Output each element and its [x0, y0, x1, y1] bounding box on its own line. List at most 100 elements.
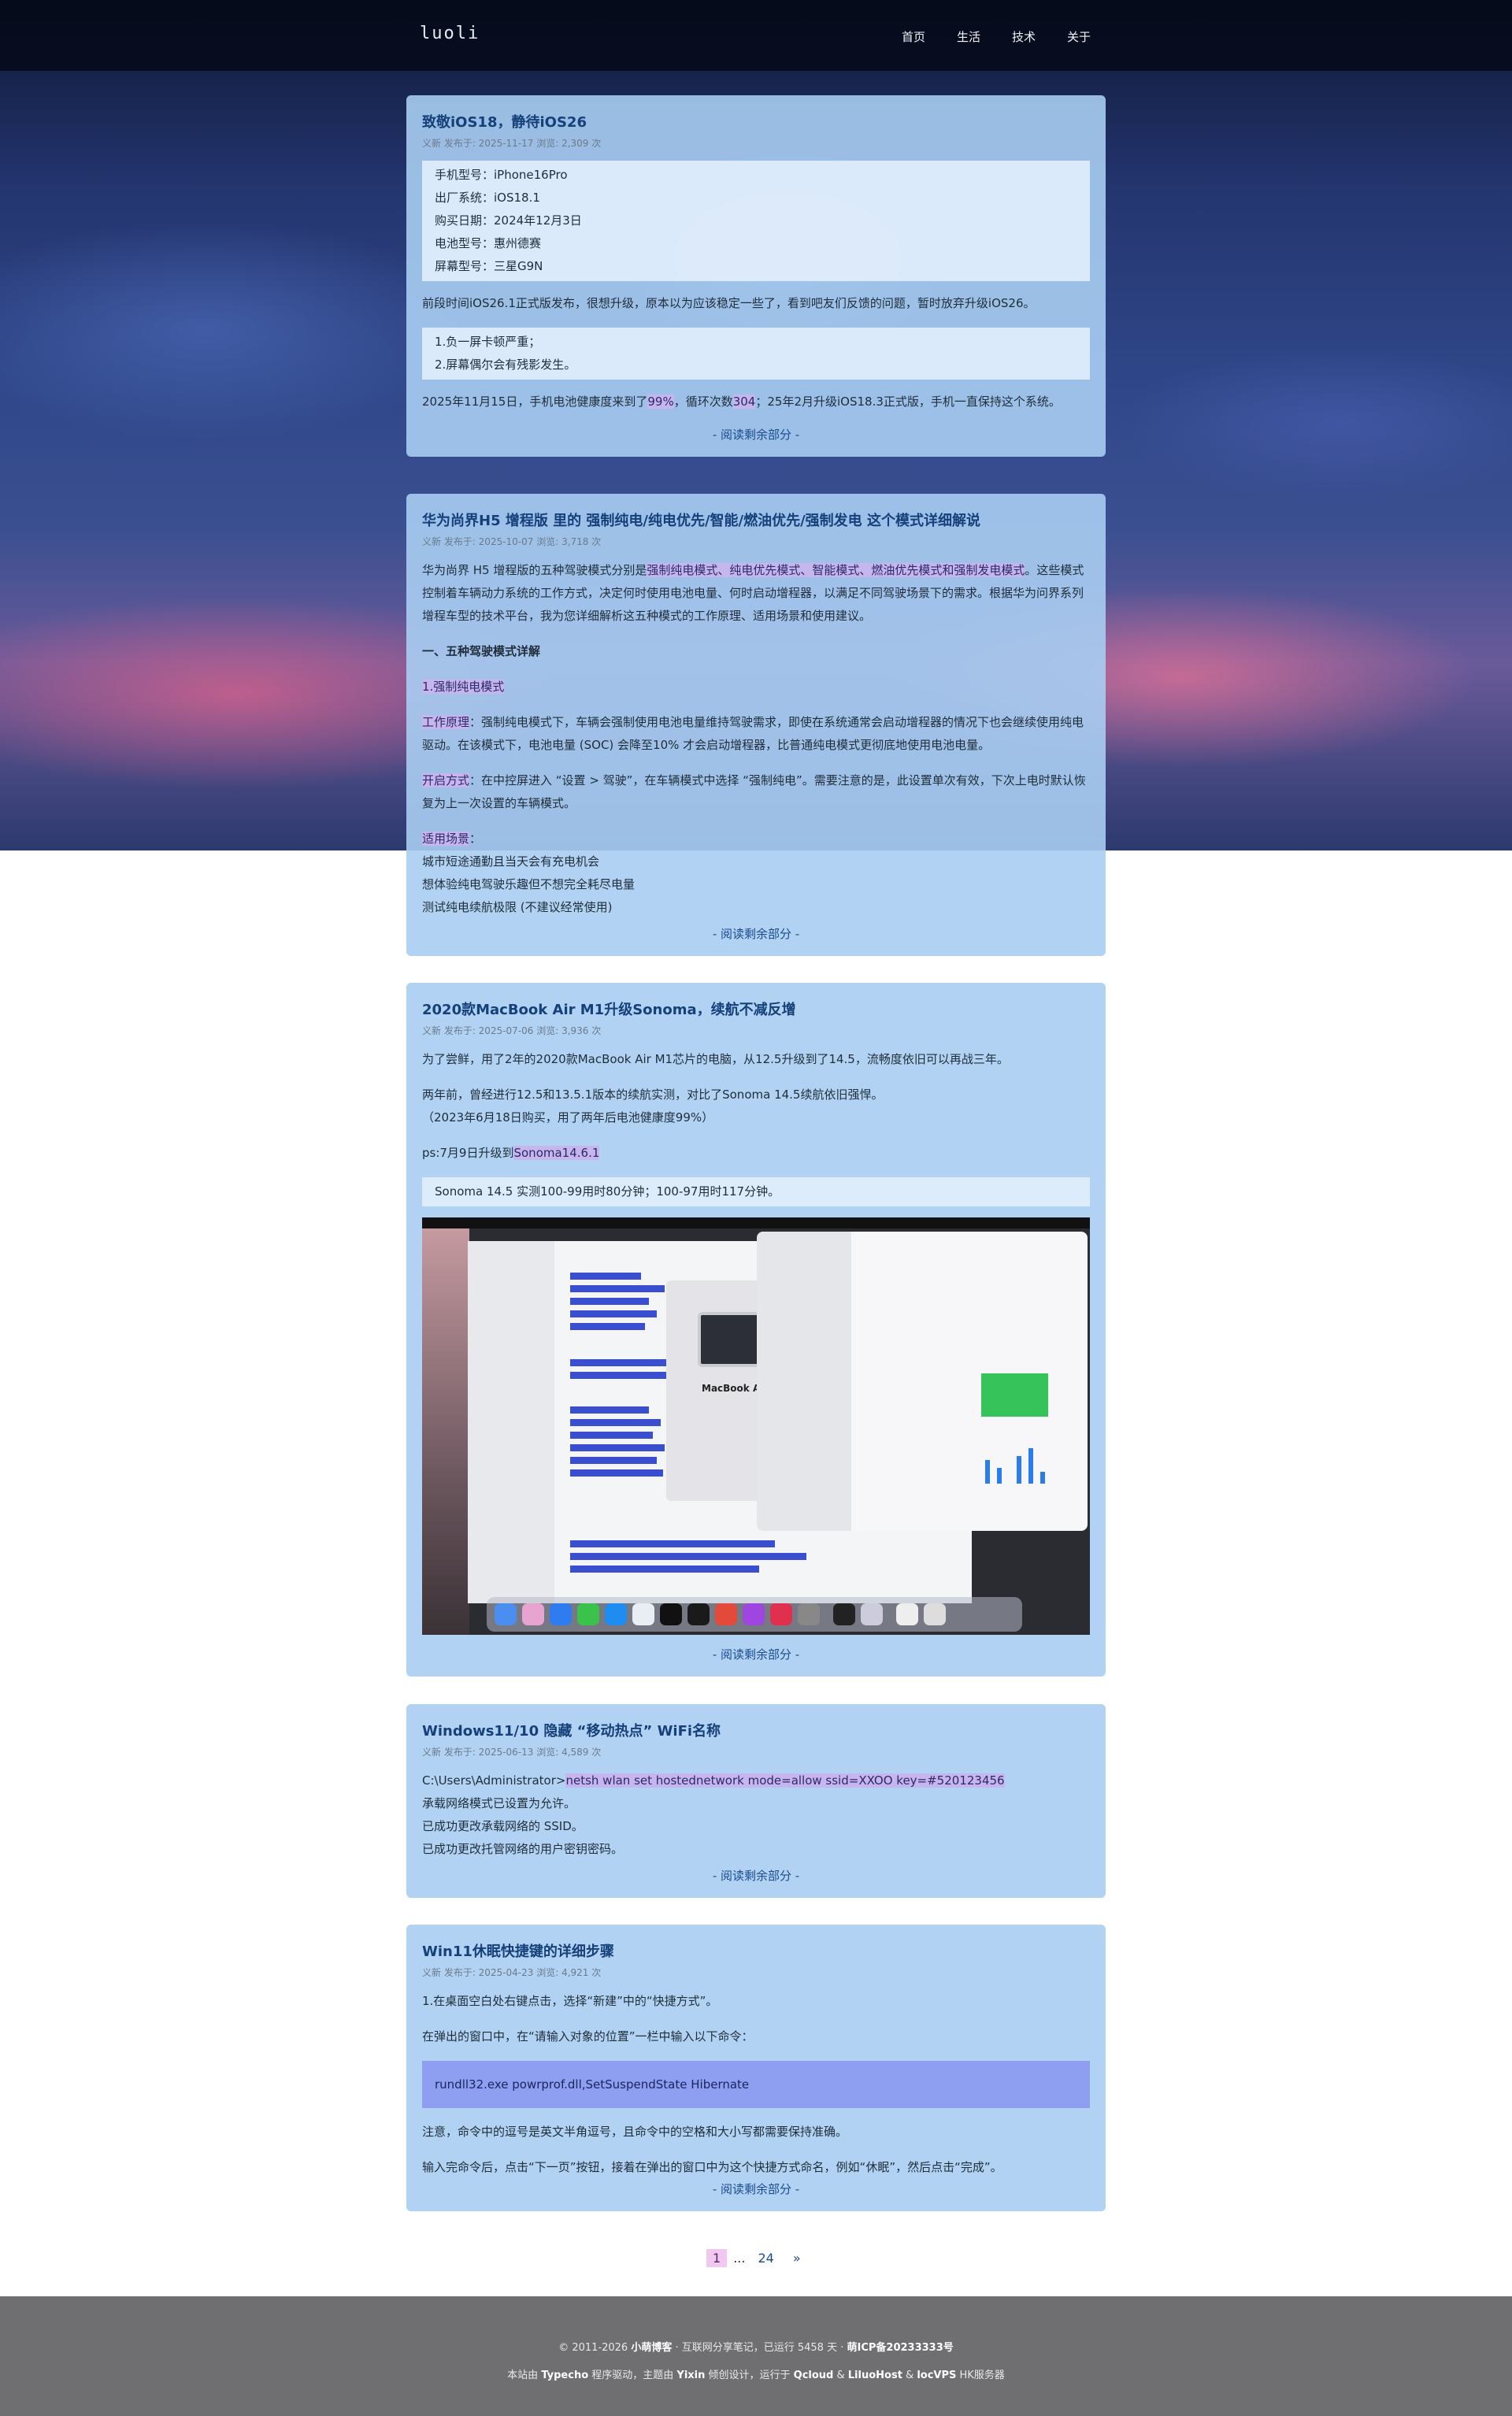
scene-line: 想体验纯电驾驶乐趣但不想完全耗尽电量: [422, 877, 636, 891]
post-title[interactable]: 华为尚界H5 增程版 里的 强制纯电/纯电优先/智能/燃油优先/强制发电 这个模…: [422, 511, 1090, 532]
highlight: 强制纯电模式、纯电优先模式、智能模式、燃油优先模式和强制发电模式: [647, 563, 1025, 577]
text: ps:7月9日升级到: [422, 1146, 514, 1160]
main-nav: 首页 生活 技术 关于: [902, 28, 1091, 45]
post-title[interactable]: 致敬iOS18，静待iOS26: [422, 113, 1090, 133]
menu-bar: [422, 1217, 1090, 1228]
spec-line: 屏幕型号：三星G9N: [435, 259, 543, 273]
qcloud-link[interactable]: Qcloud: [794, 2370, 834, 2381]
read-more-link[interactable]: - 阅读剩余部分 -: [422, 2181, 1090, 2197]
scene-line: 城市短途通勤且当天会有充电机会: [422, 854, 600, 869]
text: 华为尚界 H5 增程版的五种驾驶模式分别是: [422, 563, 647, 577]
nav-item-home[interactable]: 首页: [902, 28, 925, 45]
scene-heading: 适用场景：: [422, 828, 1090, 850]
post-paragraph: 开启方式：在中控屏进入 “设置 > 驾驶”，在车辆模式中选择 “强制纯电”。需要…: [422, 769, 1090, 815]
post-meta: 义新 发布于: 2025-07-06 浏览: 3,936 次: [422, 1025, 602, 1036]
spec-line: 电池型号：惠州德赛: [435, 236, 542, 250]
read-more-link[interactable]: - 阅读剩余部分 -: [422, 426, 1090, 443]
messages-icon: [577, 1603, 599, 1625]
post-title[interactable]: Win11休眠快捷键的详细步骤: [422, 1942, 1090, 1962]
nav-item-about[interactable]: 关于: [1067, 28, 1091, 45]
app-store-icon: [605, 1603, 627, 1625]
post-title[interactable]: Windows11/10 隐藏 “移动热点” WiFi名称: [422, 1721, 1090, 1742]
safari-icon: [550, 1603, 572, 1625]
text: &: [833, 2370, 848, 2381]
doc-line: [570, 1310, 657, 1317]
page-last[interactable]: 24: [751, 2249, 780, 2267]
output-line: 承载网络模式已设置为允许。: [422, 1796, 576, 1810]
page-next[interactable]: »: [787, 2249, 807, 2267]
text: &: [902, 2370, 917, 2381]
sub-heading: 1.强制纯电模式: [422, 676, 1090, 698]
post-title[interactable]: 2020款MacBook Air M1升级Sonoma，续航不减反增: [422, 1000, 1090, 1021]
about-title: MacBook Ai: [702, 1383, 764, 1394]
text: HK服务器: [956, 2370, 1005, 2381]
footer-site-link[interactable]: 小萌博客: [631, 2342, 672, 2354]
battery-level-chart: [981, 1373, 1048, 1417]
footer-credits: 本站由 Typecho 程序驱动，主题由 Yixin 倾创设计，运行于 Qclo…: [0, 2366, 1512, 2381]
site-logo[interactable]: luoli: [420, 24, 480, 43]
quote-text: Sonoma 14.5 实测100-99用时80分钟；100-97用时117分钟…: [435, 1184, 780, 1199]
issues-quote: 1.负一屏卡顿严重； 2.屏幕偶尔会有残影发生。: [422, 328, 1090, 380]
post-paragraph: 注意，命令中的逗号是英文半角逗号，且命令中的空格和大小写都需要保持准确。: [422, 2125, 848, 2139]
doc-line: [570, 1273, 641, 1280]
doc-line: [570, 1372, 669, 1379]
activity-monitor-icon: [833, 1603, 855, 1625]
icp-link[interactable]: 萌ICP备20233333号: [847, 2342, 954, 2354]
post-paragraph: 华为尚界 H5 增程版的五种驾驶模式分别是强制纯电模式、纯电优先模式、智能模式、…: [422, 559, 1090, 628]
site-footer: © 2011-2026 小萌博客 · 互联网分享笔记，已运行 5458 天 · …: [0, 2296, 1512, 2416]
settings-sidebar: [757, 1232, 851, 1531]
output-line: 已成功更改托管网络的用户密钥密码。: [422, 1842, 624, 1856]
text: ；25年2月升级iOS18.3正式版，手机一直保持这个系统。: [755, 395, 1061, 409]
locvps-link[interactable]: locVPS: [917, 2370, 956, 2381]
post-paragraph: 两年前，曾经进行12.5和13.5.1版本的续航实测，对比了Sonoma 14.…: [422, 1088, 884, 1102]
typecho-link[interactable]: Typecho: [541, 2370, 588, 2381]
doc-line: [570, 1323, 645, 1330]
post-card: 华为尚界H5 增程版 里的 强制纯电/纯电优先/智能/燃油优先/强制发电 这个模…: [406, 494, 1106, 956]
highlight: 99%: [647, 395, 674, 409]
nav-item-life[interactable]: 生活: [957, 28, 980, 45]
post-meta: 义新 发布于: 2025-06-13 浏览: 4,589 次: [422, 1747, 602, 1758]
read-more-link[interactable]: - 阅读剩余部分 -: [422, 1867, 1090, 1884]
result-quote: Sonoma 14.5 实测100-99用时80分钟；100-97用时117分钟…: [422, 1177, 1090, 1206]
doc-line: [570, 1540, 775, 1547]
spec-line: 购买日期：2024年12月3日: [435, 213, 582, 228]
post-card: 2020款MacBook Air M1升级Sonoma，续航不减反增 义新 发布…: [406, 983, 1106, 1677]
dock: [487, 1597, 1022, 1632]
highlight: 开启方式: [422, 773, 470, 787]
read-more-link[interactable]: - 阅读剩余部分 -: [422, 925, 1090, 942]
yixin-link[interactable]: Yixin: [676, 2370, 705, 2381]
post-meta: 义新 发布于: 2025-04-23 浏览: 4,921 次: [422, 1967, 602, 1978]
page-current[interactable]: 1: [706, 2249, 728, 2267]
post-paragraph: 输入完命令后，点击“下一页”按钮，接着在弹出的窗口中为这个快捷方式命名，例如“休…: [422, 2160, 1002, 2174]
doc-line: [570, 1419, 661, 1426]
doc-line: [570, 1553, 806, 1560]
issue-line: 2.屏幕偶尔会有残影发生。: [435, 358, 576, 372]
doc-line: [570, 1406, 649, 1414]
text: © 2011-2026: [558, 2342, 632, 2354]
app-icon: [743, 1603, 765, 1625]
nav-item-tech[interactable]: 技术: [1012, 28, 1036, 45]
liluohost-link[interactable]: LiluoHost: [848, 2370, 902, 2381]
post-card: 致敬iOS18，静待iOS26 义新 发布于: 2025-11-17 浏览: 2…: [406, 95, 1106, 457]
spec-line: 出厂系统：iOS18.1: [435, 191, 540, 205]
doc-line: [570, 1566, 759, 1573]
app-icon: [715, 1603, 737, 1625]
text: C:\Users\Administrator>: [422, 1773, 566, 1788]
usage-bar: [1017, 1456, 1021, 1484]
command-line: C:\Users\Administrator>netsh wlan set ho…: [422, 1769, 1090, 1792]
post-card: Win11休眠快捷键的详细步骤 义新 发布于: 2025-04-23 浏览: 4…: [406, 1925, 1106, 2211]
output-line: 已成功更改承载网络的 SSID。: [422, 1819, 584, 1833]
post-paragraph: 为了尝鲜，用了2年的2020款MacBook Air M1芯片的电脑，从12.5…: [422, 1052, 1009, 1066]
app-icon: [660, 1603, 682, 1625]
post-paragraph: 在弹出的窗口中，在“请输入对象的位置”一栏中输入以下命令：: [422, 2029, 754, 2044]
doc-line: [570, 1359, 673, 1366]
spec-line: 手机型号：iPhone16Pro: [435, 168, 568, 182]
doc-line: [570, 1469, 663, 1477]
read-more-link[interactable]: - 阅读剩余部分 -: [422, 1646, 1090, 1662]
finder-icon: [495, 1603, 517, 1625]
usage-bar: [1040, 1472, 1045, 1484]
footer-copyright: © 2011-2026 小萌博客 · 互联网分享笔记，已运行 5458 天 · …: [0, 2339, 1512, 2354]
usage-bar: [1028, 1448, 1033, 1484]
spec-quote: 手机型号：iPhone16Pro 出厂系统：iOS18.1 购买日期：2024年…: [422, 161, 1090, 281]
highlight: 1.强制纯电模式: [422, 680, 505, 694]
